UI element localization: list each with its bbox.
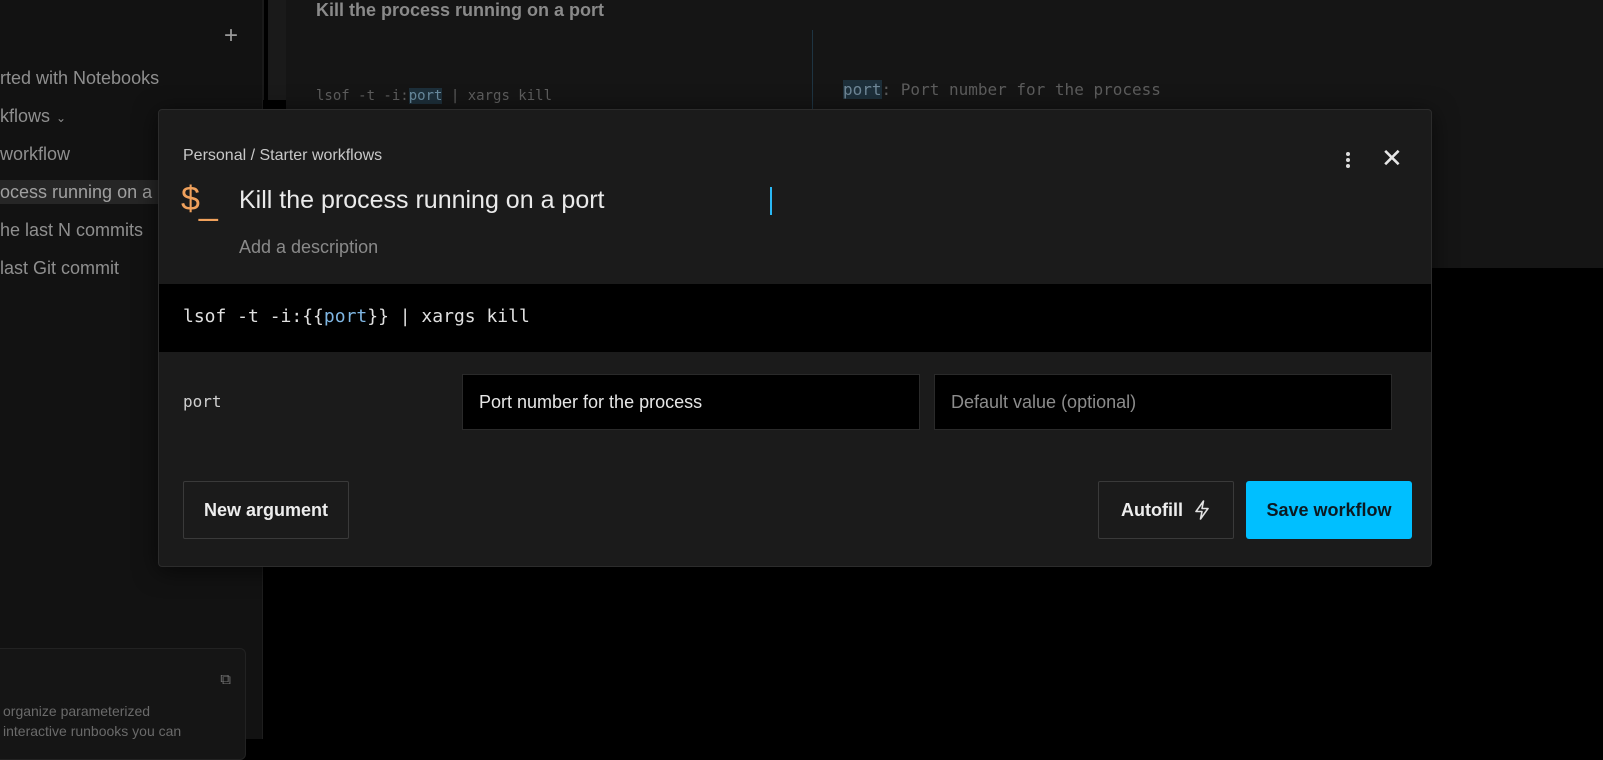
more-options-icon[interactable] [1341,150,1355,170]
command-editor[interactable]: lsof -t -i:{{port}} | xargs kill [159,284,1431,352]
sidebar-info-card: ⧉ organize parameterized interactive run… [0,648,246,760]
sidebar-item-label: workflow [0,144,71,164]
sidebar-item-last-n-commits[interactable]: he last N commits [0,218,160,242]
sidebar-item-workflow[interactable]: workflow [0,142,160,166]
save-workflow-button[interactable]: Save workflow [1246,481,1412,539]
sidebar-item-label: rted with Notebooks [0,68,160,88]
edit-workflow-modal: Personal / Starter workflows ✕ $_ lsof -… [158,109,1432,567]
preview-divider [812,30,813,110]
workflow-title-input[interactable] [239,182,1239,218]
sidebar-item-workflows[interactable]: kflows ⌄ [0,104,160,130]
argument-description-input[interactable] [462,374,920,430]
scrollbar-thumb[interactable] [264,0,268,100]
breadcrumb: Personal / Starter workflows [183,147,383,164]
sidebar-card-text: organize parameterized interactive runbo… [3,703,182,739]
lightning-bolt-icon [1195,500,1209,520]
argument-default-input[interactable] [934,374,1392,430]
sidebar-item-kill-process[interactable]: ocess running on a [0,180,160,204]
sidebar-item-getting-started[interactable]: rted with Notebooks [0,66,160,90]
workflow-preview-title: Kill the process running on a port [316,0,605,20]
sidebar-item-label: kflows [0,106,51,126]
sidebar-item-last-git-commit[interactable]: last Git commit [0,256,160,280]
sidebar-item-label: he last N commits [0,220,144,240]
add-icon[interactable]: + [224,22,238,50]
command-text[interactable]: lsof -t -i:{{port}} | xargs kill [183,306,530,327]
autofill-button[interactable]: Autofill [1098,481,1234,539]
sidebar-item-label: last Git commit [0,258,120,278]
argument-name: port [183,392,222,411]
workflow-description-input[interactable] [239,234,839,260]
terminal-icon: $_ [181,180,218,222]
close-icon[interactable]: ✕ [1381,144,1403,172]
sidebar-item-label: ocess running on a [0,182,153,202]
sidebar-scrollbar[interactable] [262,0,286,100]
text-caret [770,187,772,215]
chevron-down-icon: ⌄ [56,111,67,125]
new-argument-button[interactable]: New argument [183,481,349,539]
external-link-icon[interactable]: ⧉ [220,671,231,688]
workflow-preview-argument: port: Port number for the process [843,80,1161,99]
workflow-preview-command: lsof -t -i:port | xargs kill [316,88,553,104]
